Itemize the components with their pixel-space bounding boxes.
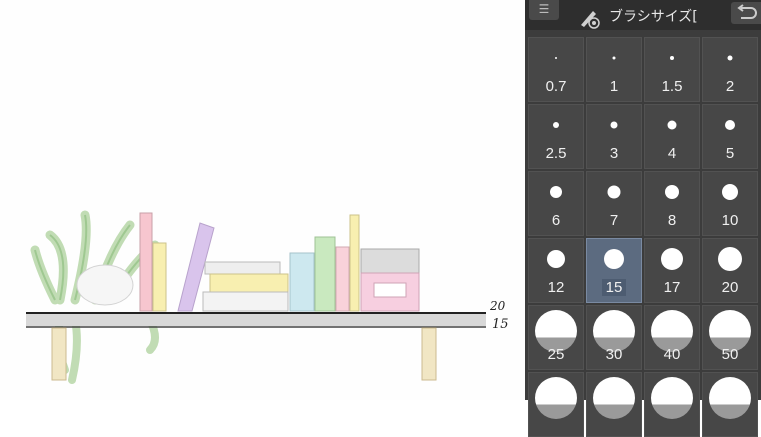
brush-size-cell[interactable]: 1	[586, 37, 642, 102]
brush-size-cell[interactable]: 1.5	[644, 37, 700, 102]
panel-title: ブラシサイズ[	[609, 9, 698, 25]
shelf-illustration	[26, 210, 486, 384]
brush-size-cell[interactable]	[702, 372, 758, 437]
brush-preview-dot	[665, 185, 679, 199]
brush-size-cell[interactable]: 5	[702, 104, 758, 169]
brush-size-value: 1.5	[661, 78, 683, 95]
brush-preview-dot	[535, 377, 577, 419]
brush-size-cell[interactable]: 17	[644, 238, 700, 303]
drawing-canvas[interactable]: 20 15	[0, 0, 525, 400]
brush-preview-dot	[607, 185, 621, 199]
brush-size-value: 17	[663, 279, 681, 296]
brush-size-label: 17	[645, 279, 699, 296]
stroke-size-label-15: 15	[492, 317, 509, 332]
brush-size-cell[interactable]	[528, 372, 584, 437]
brush-size-value: 4	[667, 145, 677, 162]
brush-preview-dot	[718, 247, 742, 271]
brush-size-label: 4	[645, 145, 699, 162]
brush-size-value: 6	[551, 212, 561, 229]
brush-size-cell[interactable]: 6	[528, 171, 584, 236]
brush-size-value: 20	[721, 279, 739, 296]
brush-size-label: 50	[703, 346, 757, 363]
brush-size-label: 2	[703, 78, 757, 95]
brush-preview-dot	[547, 250, 565, 268]
brush-size-label: 3	[587, 145, 641, 162]
brush-size-label: 8	[645, 212, 699, 229]
brush-size-icon	[581, 11, 600, 29]
brush-size-label: 6	[529, 212, 583, 229]
brush-size-value: 0.7	[545, 78, 567, 95]
brush-preview-dot	[651, 377, 693, 419]
brush-size-cell[interactable]: 25	[528, 305, 584, 370]
brush-size-value: 1	[609, 78, 619, 95]
brush-size-grid: 0.7 1 1.5 2 2.5 3 4 5 6 7 8 10 12 15 17 20 25 30 40 50	[528, 37, 758, 437]
brush-size-cell[interactable]: 0.7	[528, 37, 584, 102]
brush-size-value: 3	[609, 145, 619, 162]
brush-size-label: 12	[529, 279, 583, 296]
brush-preview-dot	[709, 377, 751, 419]
brush-preview-dot	[727, 55, 733, 61]
brush-size-value: 2	[725, 78, 735, 95]
brush-size-label: 1.5	[645, 78, 699, 95]
hamburger-menu-icon[interactable]: ☰	[529, 0, 559, 20]
brush-preview-dot	[670, 56, 674, 60]
brush-preview-dot	[612, 56, 616, 60]
brush-size-value: 5	[725, 145, 735, 162]
brush-size-value: 30	[605, 346, 623, 363]
brush-size-cell[interactable]: 7	[586, 171, 642, 236]
brush-size-label: 10	[703, 212, 757, 229]
brush-size-cell[interactable]: 30	[586, 305, 642, 370]
brush-size-cell[interactable]: 12	[528, 238, 584, 303]
brush-size-value: 2.5	[545, 145, 567, 162]
brush-preview-dot	[661, 248, 683, 270]
brush-preview-dot	[553, 122, 559, 128]
brush-size-cell[interactable]	[586, 372, 642, 437]
brush-size-panel: ☰ ブラシサイズ[ 0.7 1 1.5 2 2.5 3 4 5 6 7 8 10 12 15 17 20 25 3…	[525, 0, 761, 437]
panel-header: ☰ ブラシサイズ[	[525, 0, 761, 30]
brush-size-cell[interactable]: 15	[586, 238, 642, 303]
brush-size-value: 10	[721, 212, 739, 229]
brush-size-cell[interactable]: 40	[644, 305, 700, 370]
shelf-drawing	[26, 312, 486, 381]
brush-size-label: 1	[587, 78, 641, 95]
brush-size-cell[interactable]: 2.5	[528, 104, 584, 169]
brush-size-cell[interactable]: 4	[644, 104, 700, 169]
brush-size-cell[interactable]: 10	[702, 171, 758, 236]
brush-size-label: 15	[587, 279, 641, 296]
brush-size-label: 2.5	[529, 145, 583, 162]
brush-size-cell[interactable]: 2	[702, 37, 758, 102]
brush-size-cell[interactable]: 20	[702, 238, 758, 303]
brush-size-value: 40	[663, 346, 681, 363]
brush-size-cell[interactable]: 3	[586, 104, 642, 169]
brush-preview-dot	[667, 120, 677, 130]
stroke-size-label-20: 20	[490, 299, 506, 313]
brush-size-value: 8	[667, 212, 677, 229]
brush-size-label: 25	[529, 346, 583, 363]
brush-size-value: 7	[609, 212, 619, 229]
brush-size-value: 50	[721, 346, 739, 363]
brush-preview-dot	[555, 57, 557, 59]
brush-size-value: 15	[601, 279, 627, 296]
brush-size-value: 12	[547, 279, 565, 296]
brush-size-value: 25	[547, 346, 565, 363]
brush-size-label: 40	[645, 346, 699, 363]
brush-size-label: 0.7	[529, 78, 583, 95]
brush-size-cell[interactable]: 50	[702, 305, 758, 370]
brush-preview-dot	[604, 249, 624, 269]
brush-size-label: 30	[587, 346, 641, 363]
brush-size-cell[interactable]: 8	[644, 171, 700, 236]
brush-size-label: 20	[703, 279, 757, 296]
brush-size-label: 7	[587, 212, 641, 229]
brush-preview-dot	[550, 186, 562, 198]
brush-size-label: 5	[703, 145, 757, 162]
brush-size-cell[interactable]	[644, 372, 700, 437]
brush-preview-dot	[722, 184, 738, 200]
brush-preview-dot	[610, 121, 618, 129]
return-arrow-icon[interactable]	[731, 2, 761, 24]
books-drawing	[139, 212, 420, 312]
brush-preview-dot	[593, 377, 635, 419]
brush-preview-dot	[725, 120, 735, 130]
